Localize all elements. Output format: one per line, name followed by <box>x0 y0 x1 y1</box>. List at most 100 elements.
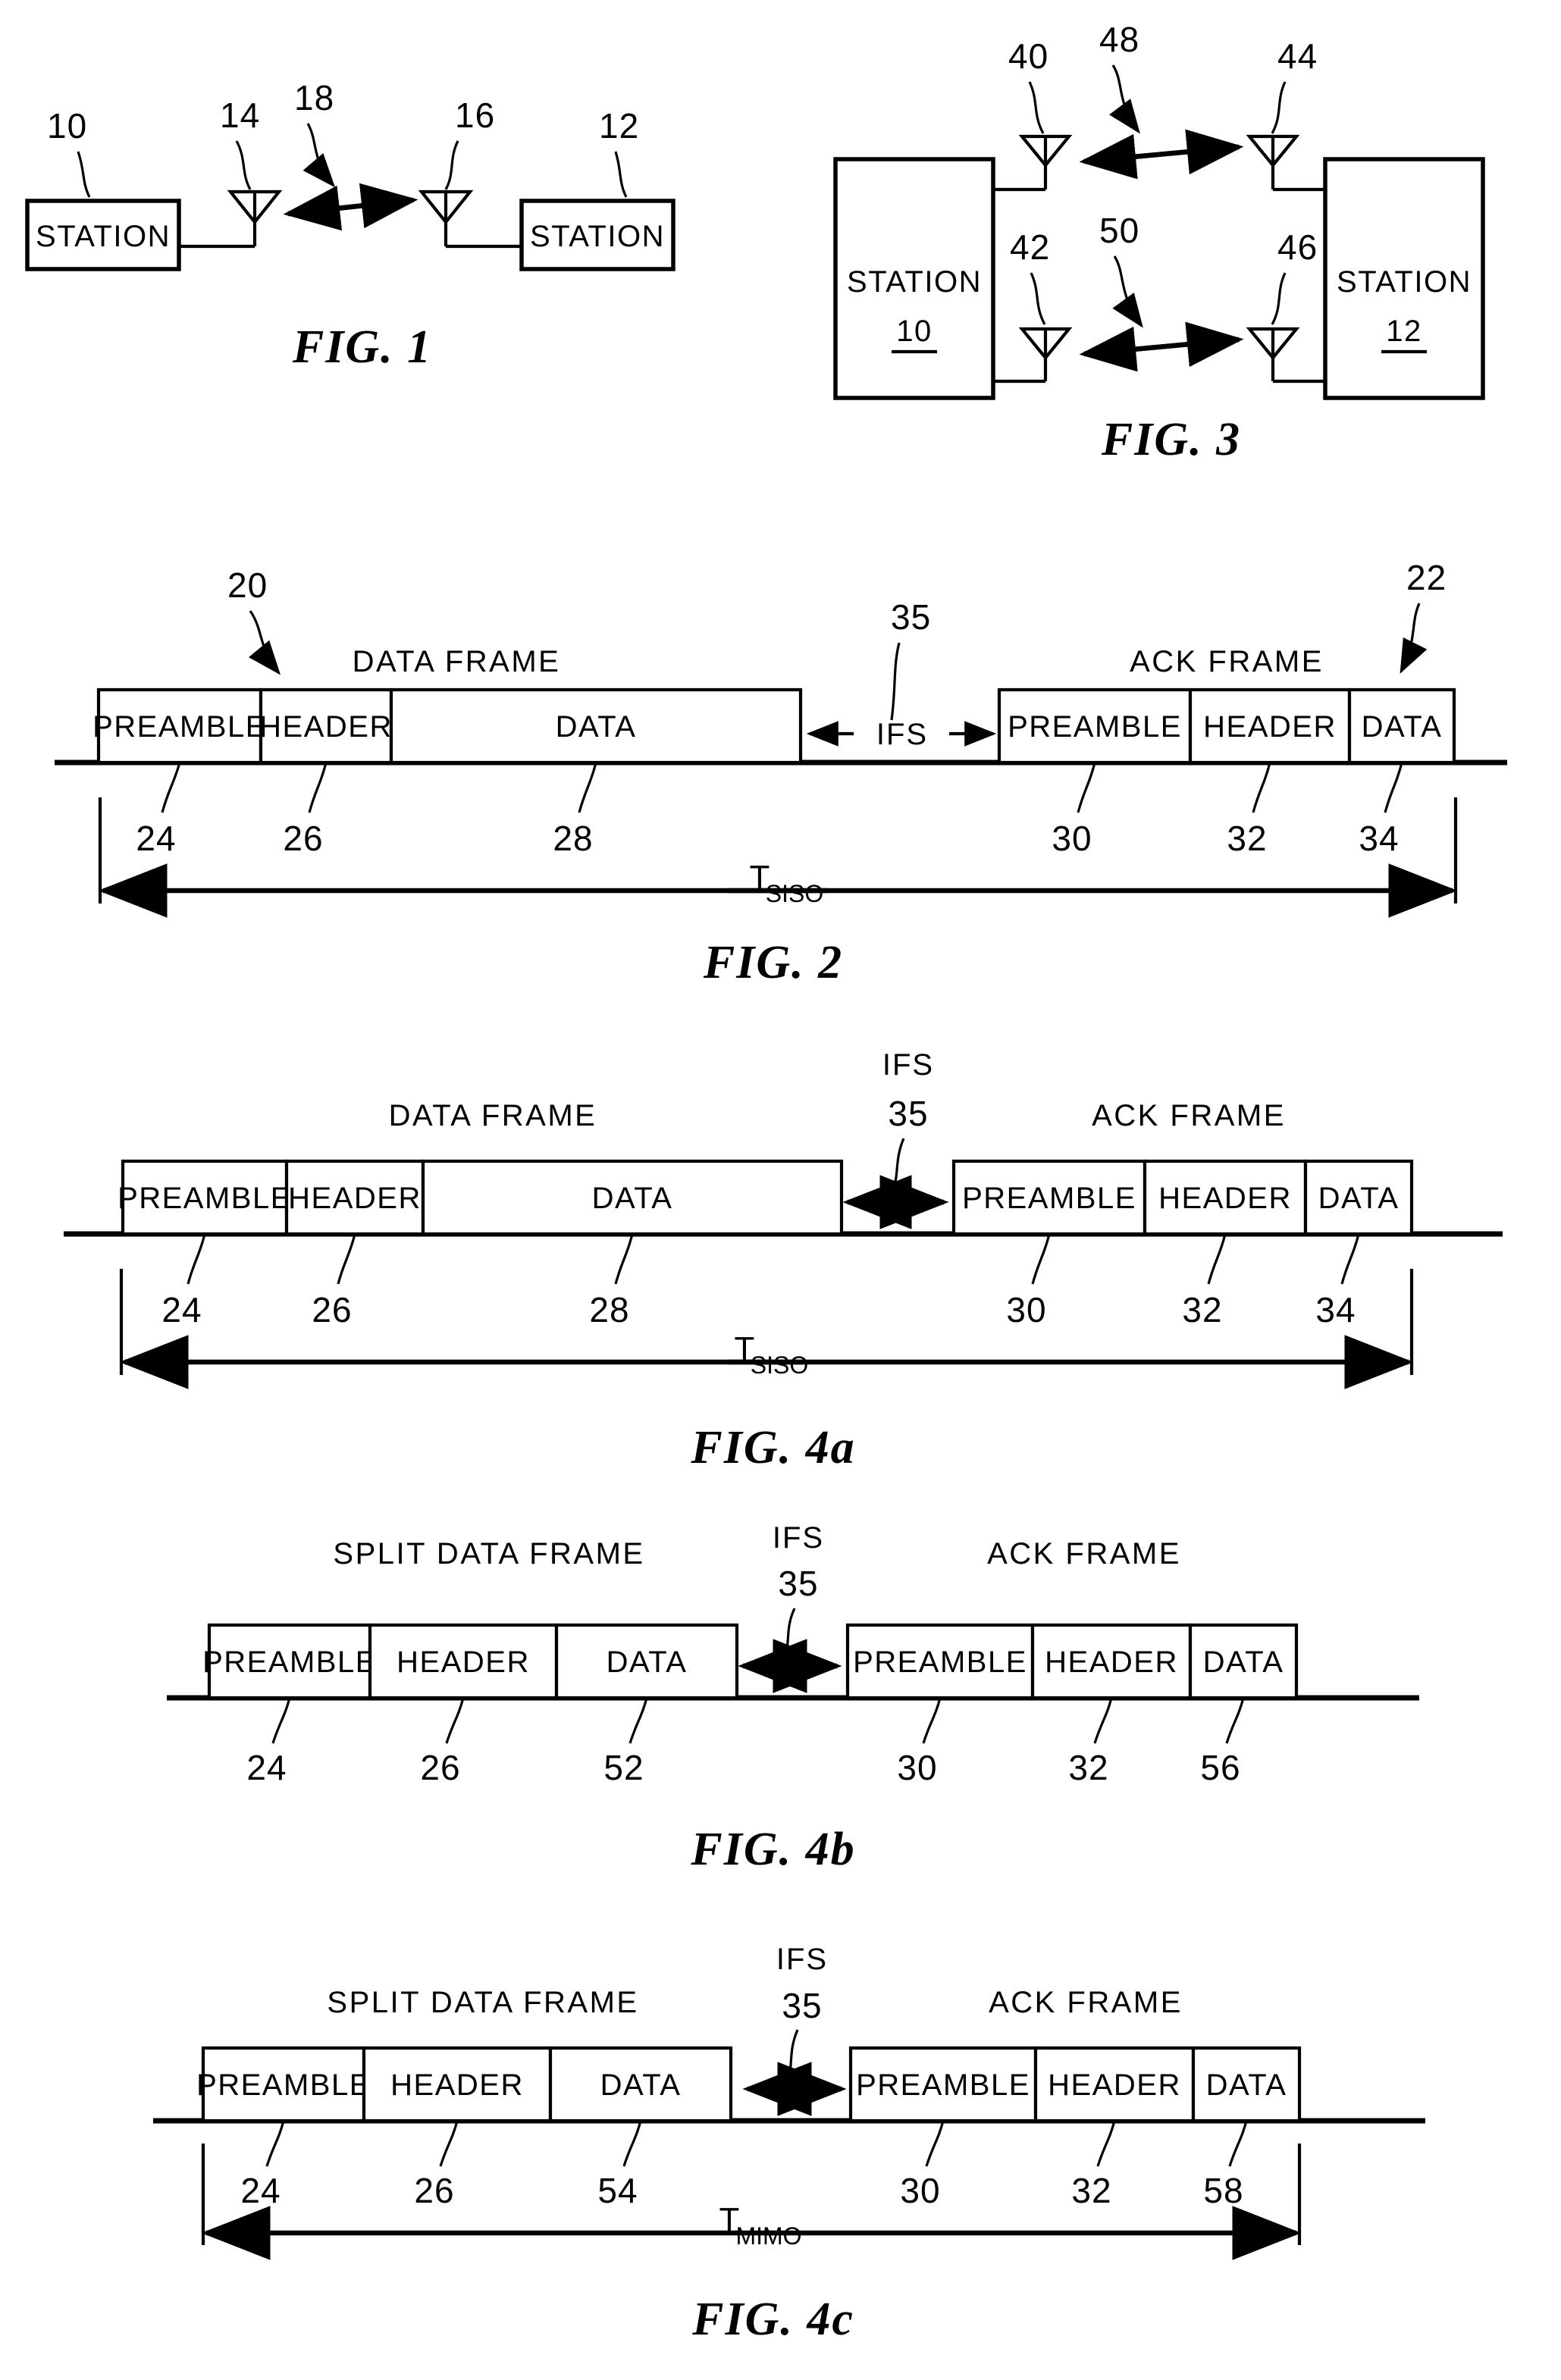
fig4a-cell-data-text: DATA <box>592 1182 673 1215</box>
fig4a-ref-24: 24 <box>161 1290 202 1329</box>
fig2-ack-cell-header-text: HEADER <box>1203 710 1337 744</box>
fig4b-data-frame-title: SPLIT DATA FRAME <box>333 1537 644 1570</box>
fig1-leader-16 <box>444 140 459 190</box>
fig4a-leader-35 <box>892 1138 905 1191</box>
fig4b-ifs-label: IFS <box>773 1521 824 1555</box>
fig4b-caption: FIG. 4b <box>690 1824 855 1875</box>
fig4c-ref-30: 30 <box>900 2171 940 2210</box>
fig1-ref-16: 16 <box>455 96 495 135</box>
fig4c-ref-26: 26 <box>414 2171 454 2210</box>
fig2-cell-data-text: DATA <box>556 710 637 744</box>
fig4a-ref-28: 28 <box>589 1290 629 1329</box>
fig4a-cell-preamble-text: PREAMBLE <box>118 1182 292 1215</box>
fig3-leader-46 <box>1271 272 1287 325</box>
fig2-leader-32 <box>1252 762 1271 813</box>
fig4a-ref-34: 34 <box>1315 1290 1356 1329</box>
fig4c-ack-frame-title: ACK FRAME <box>989 1986 1183 2019</box>
fig2-leader-28 <box>578 762 597 813</box>
fig4b-leader-32 <box>1093 1697 1113 1744</box>
fig4a-ack-cell-preamble-text: PREAMBLE <box>962 1182 1136 1215</box>
fig2-ack-cell-data-text: DATA <box>1362 710 1443 744</box>
fig3-antenna-40-icon <box>993 134 1073 192</box>
fig4c-data-frame-title: SPLIT DATA FRAME <box>327 1986 638 2019</box>
fig1-station-left-label: STATION <box>36 220 171 253</box>
fig4a-ack-cell-data-text: DATA <box>1318 1182 1400 1215</box>
fig2-leader-30 <box>1077 762 1096 813</box>
fig4b-leader-24 <box>271 1697 291 1744</box>
fig2-ref-35: 35 <box>891 597 931 637</box>
fig4b-cell-preamble-text: PREAMBLE <box>202 1646 377 1679</box>
fig2-ref-34: 34 <box>1359 819 1399 858</box>
figure-fig2: 20 DATA FRAME PREAMBLE HEADER DATA 35 IF… <box>55 558 1507 988</box>
fig4b-ref-30: 30 <box>897 1748 937 1787</box>
fig4a-ref-35: 35 <box>888 1094 928 1133</box>
fig1-leader-18 <box>302 123 336 188</box>
fig4b-ref-56: 56 <box>1200 1748 1240 1787</box>
figure-fig3: 40 48 44 STATION 10 STATION 12 42 50 46 … <box>833 23 1485 465</box>
fig2-leader-24 <box>161 762 181 813</box>
fig4c-leader-35 <box>787 2029 799 2081</box>
fig4c-ack-cell-preamble-text: PREAMBLE <box>856 2068 1030 2102</box>
fig3-antenna-42-icon <box>993 327 1073 384</box>
fig1-link-arrows <box>283 183 418 231</box>
fig3-ref-48: 48 <box>1099 23 1139 59</box>
fig1-ref-10: 10 <box>47 106 87 146</box>
fig4c-duration-subscript: MIMO <box>735 2222 801 2250</box>
fig4c-cell-preamble-text: PREAMBLE <box>196 2068 371 2102</box>
figure-fig4b: SPLIT DATA FRAME IFS 35 ACK FRAME PREAMB… <box>167 1521 1419 1875</box>
fig4a-ref-30: 30 <box>1006 1290 1046 1329</box>
fig4b-ref-26: 26 <box>420 1748 460 1787</box>
fig1-leader-14 <box>235 140 252 190</box>
fig3-leader-48 <box>1108 64 1140 134</box>
fig4a-duration-subscript: SISO <box>751 1351 808 1379</box>
fig3-antenna-46-icon <box>1246 327 1325 384</box>
fig4c-ref-32: 32 <box>1071 2171 1111 2210</box>
fig4a-ref-32: 32 <box>1182 1290 1222 1329</box>
fig4a-data-frame-title: DATA FRAME <box>389 1099 597 1132</box>
fig4c-leader-54 <box>622 2120 642 2167</box>
fig1-caption: FIG. 1 <box>292 321 432 373</box>
fig4a-caption: FIG. 4a <box>690 1422 855 1473</box>
fig4c-caption: FIG. 4c <box>691 2294 854 2345</box>
fig4c-ref-24: 24 <box>240 2171 281 2210</box>
fig3-station-right-label: STATION <box>1337 265 1472 299</box>
fig4c-leader-58 <box>1228 2120 1248 2167</box>
fig1-ref-18: 18 <box>294 78 334 117</box>
fig4c-ack-cell-header-text: HEADER <box>1048 2068 1181 2102</box>
fig1-station-right-label: STATION <box>530 220 665 253</box>
fig2-data-frame-title: DATA FRAME <box>353 645 561 678</box>
fig4a-ref-26: 26 <box>312 1290 352 1329</box>
fig2-leader-20 <box>248 610 281 675</box>
fig2-cell-preamble-text: PREAMBLE <box>92 710 267 744</box>
fig1-antenna-left-icon <box>179 189 283 249</box>
fig2-ref-30: 30 <box>1052 819 1092 858</box>
fig3-antenna-44-icon <box>1246 134 1325 192</box>
fig2-leader-35 <box>890 642 901 721</box>
fig4a-ack-cell-header-text: HEADER <box>1158 1182 1292 1215</box>
fig4a-leader-24 <box>187 1233 206 1285</box>
fig2-ref-24: 24 <box>136 819 176 858</box>
fig4b-cell-header-text: HEADER <box>397 1646 530 1679</box>
fig3-ref-44: 44 <box>1277 36 1318 76</box>
fig4c-ifs-label: IFS <box>776 1943 828 1976</box>
fig1-ref-14: 14 <box>220 96 260 135</box>
figure-fig4c: SPLIT DATA FRAME IFS 35 ACK FRAME PREAMB… <box>153 1943 1425 2345</box>
fig4a-leader-32 <box>1207 1233 1227 1285</box>
fig4a-ack-frame-title: ACK FRAME <box>1092 1099 1286 1132</box>
fig4c-ack-cell-data-text: DATA <box>1206 2068 1287 2102</box>
fig4c-ref-58: 58 <box>1203 2171 1243 2210</box>
fig3-ref-50: 50 <box>1099 211 1139 250</box>
fig2-caption: FIG. 2 <box>703 937 843 988</box>
fig1-leader-12 <box>614 151 628 198</box>
fig4a-leader-26 <box>337 1233 356 1285</box>
fig3-link-50-arrows <box>1079 321 1244 372</box>
fig2-ref-20: 20 <box>227 565 268 605</box>
fig4c-cell-header-text: HEADER <box>390 2068 524 2102</box>
fig3-link-48-arrows <box>1079 129 1244 180</box>
fig4b-cell-data-text: DATA <box>607 1646 688 1679</box>
fig2-cell-header-text: HEADER <box>259 710 393 744</box>
fig4c-duration-dimension: T MIMO <box>201 2144 1302 2260</box>
fig2-ref-22: 22 <box>1406 558 1447 597</box>
fig4b-leader-30 <box>922 1697 942 1744</box>
figure-fig4a: DATA FRAME IFS 35 ACK FRAME PREAMBLE HEA… <box>64 1048 1503 1473</box>
